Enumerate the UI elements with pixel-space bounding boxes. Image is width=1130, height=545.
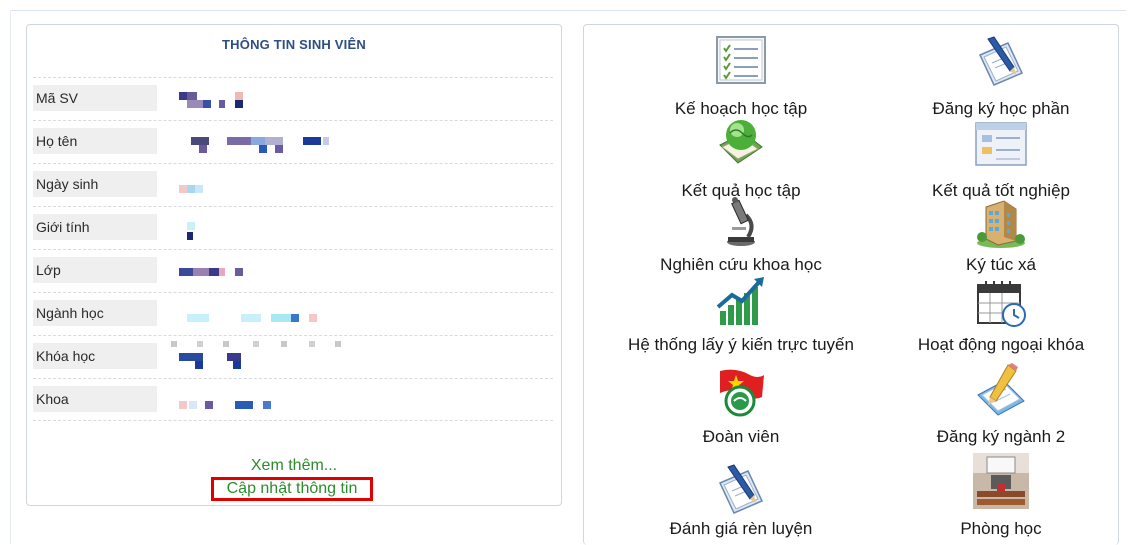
row-value-redacted [175, 300, 535, 326]
menu-tile-extracurricular[interactable]: Hoạt động ngoại khóa [871, 277, 1130, 357]
pen-paper-icon [714, 463, 768, 517]
top-divider [10, 10, 1126, 11]
row-value-redacted [175, 214, 535, 240]
menu-label: Đánh giá rèn luyện [669, 519, 813, 538]
row-value-redacted [175, 85, 535, 111]
menu-label: Đoàn viên [702, 427, 780, 446]
globe-book-icon [714, 115, 768, 169]
row-label: Khóa học [33, 343, 157, 369]
info-row-birth-date: Ngày sinh [33, 163, 555, 205]
menu-label: Đăng ký ngành 2 [936, 427, 1066, 446]
row-label: Ngày sinh [33, 171, 157, 197]
menu-tile-online-survey[interactable]: Hệ thống lấy ý kiến trực tuyến [611, 277, 871, 357]
menu-tile-research[interactable]: Nghiên cứu khoa học [611, 197, 871, 277]
info-row-full-name: Họ tên [33, 120, 555, 162]
menu-label: Nghiên cứu khoa học [660, 255, 822, 274]
window-form-icon [974, 119, 1028, 173]
row-label: Lớp [33, 257, 157, 283]
info-row-gender: Giới tính [33, 206, 555, 248]
menu-label: Hoạt động ngoại khóa [917, 335, 1085, 354]
classroom-icon [973, 453, 1029, 509]
menu-label: Ký túc xá [966, 255, 1036, 274]
building-icon [974, 197, 1028, 251]
info-row-class: Lớp [33, 249, 555, 291]
growth-chart-icon [714, 277, 768, 331]
row-label: Mã SV [33, 85, 157, 111]
row-label: Ngành học [33, 300, 157, 326]
row-label: Họ tên [33, 128, 157, 154]
row-value-redacted [175, 171, 535, 197]
menu-tile-conduct-evaluation[interactable]: Đánh giá rèn luyện [611, 455, 871, 545]
row-label: Khoa [33, 386, 157, 412]
student-info-panel: THÔNG TIN SINH VIÊN Mã SV Họ tên Ngày si… [26, 24, 562, 506]
calendar-clock-icon [974, 279, 1028, 333]
menu-tile-study-plan[interactable]: Kế hoạch học tập [611, 33, 871, 118]
left-divider [10, 10, 11, 544]
menu-tile-course-registration[interactable]: Đăng ký học phần [871, 33, 1130, 118]
menu-tile-dormitory[interactable]: Ký túc xá [871, 197, 1130, 277]
info-row-student-id: Mã SV [33, 77, 555, 119]
youth-union-badge-icon [714, 365, 768, 419]
menu-tile-academic-results[interactable]: Kết quả học tập [611, 115, 871, 200]
menu-tile-graduation-results[interactable]: Kết quả tốt nghiệp [871, 115, 1130, 200]
update-info-link[interactable]: Cập nhật thông tin [211, 477, 373, 501]
menu-tile-classroom[interactable]: Phòng học [871, 453, 1130, 545]
row-value-redacted [175, 257, 535, 283]
pen-paper-icon [974, 35, 1028, 89]
menu-tile-youth-union[interactable]: Đoàn viên [611, 365, 871, 449]
microscope-icon [714, 197, 768, 251]
info-row-faculty: Khoa [33, 378, 555, 421]
menu-label: Hệ thống lấy ý kiến trực tuyến [628, 335, 854, 354]
panel-title: THÔNG TIN SINH VIÊN [222, 37, 366, 52]
info-row-major: Ngành học [33, 292, 555, 334]
pencil-notebook-icon [974, 363, 1028, 417]
row-value-redacted [175, 386, 535, 412]
row-label: Giới tính [33, 214, 157, 240]
info-row-course: Khóa học [33, 335, 555, 377]
view-more-link[interactable]: Xem thêm... [27, 457, 561, 475]
checklist-icon [714, 35, 768, 89]
menu-tile-second-major[interactable]: Đăng ký ngành 2 [871, 363, 1130, 449]
menu-label: Phòng học [960, 519, 1042, 538]
menu-panel: Kế hoạch học tập Đăng ký học phần Kết qu… [583, 24, 1119, 545]
row-value-redacted [175, 128, 535, 154]
row-value-redacted [171, 341, 535, 369]
